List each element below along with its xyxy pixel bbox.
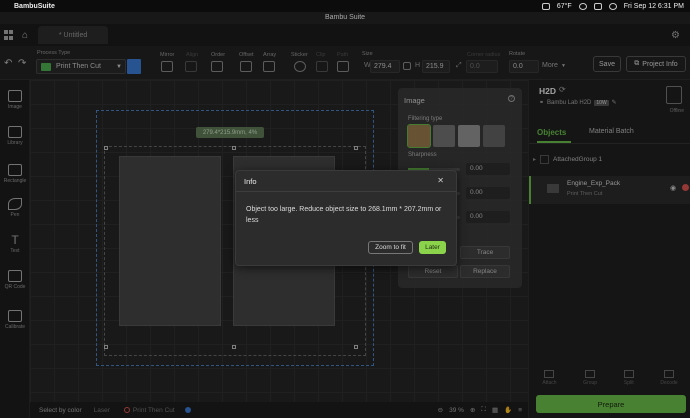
zoom-to-fit-button[interactable]: Zoom to fit bbox=[368, 241, 413, 254]
info-dialog: Info ✕ Object too large. Reduce object s… bbox=[235, 170, 457, 266]
close-icon[interactable]: ✕ bbox=[437, 176, 444, 185]
app-name-menu[interactable]: BambuSuite bbox=[14, 3, 55, 10]
weather-text[interactable]: 67°F bbox=[557, 3, 572, 10]
macos-menubar: BambuSuite 67°F Fri Sep 12 6:31 PM bbox=[0, 0, 690, 12]
dialog-divider bbox=[236, 191, 456, 192]
menubar-status-area: 67°F Fri Sep 12 6:31 PM bbox=[541, 2, 684, 10]
wifi-icon[interactable] bbox=[541, 2, 550, 10]
menubar-datetime[interactable]: Fri Sep 12 6:31 PM bbox=[624, 3, 684, 10]
dialog-message: Object too large. Reduce object size to … bbox=[246, 206, 442, 224]
later-button[interactable]: Later bbox=[419, 241, 446, 254]
siri-icon[interactable] bbox=[608, 2, 617, 10]
battery-icon[interactable] bbox=[593, 2, 602, 10]
control-center-icon[interactable] bbox=[578, 2, 587, 10]
dialog-title: Info bbox=[244, 177, 257, 186]
window-titlebar: Bambu Suite bbox=[0, 12, 690, 24]
